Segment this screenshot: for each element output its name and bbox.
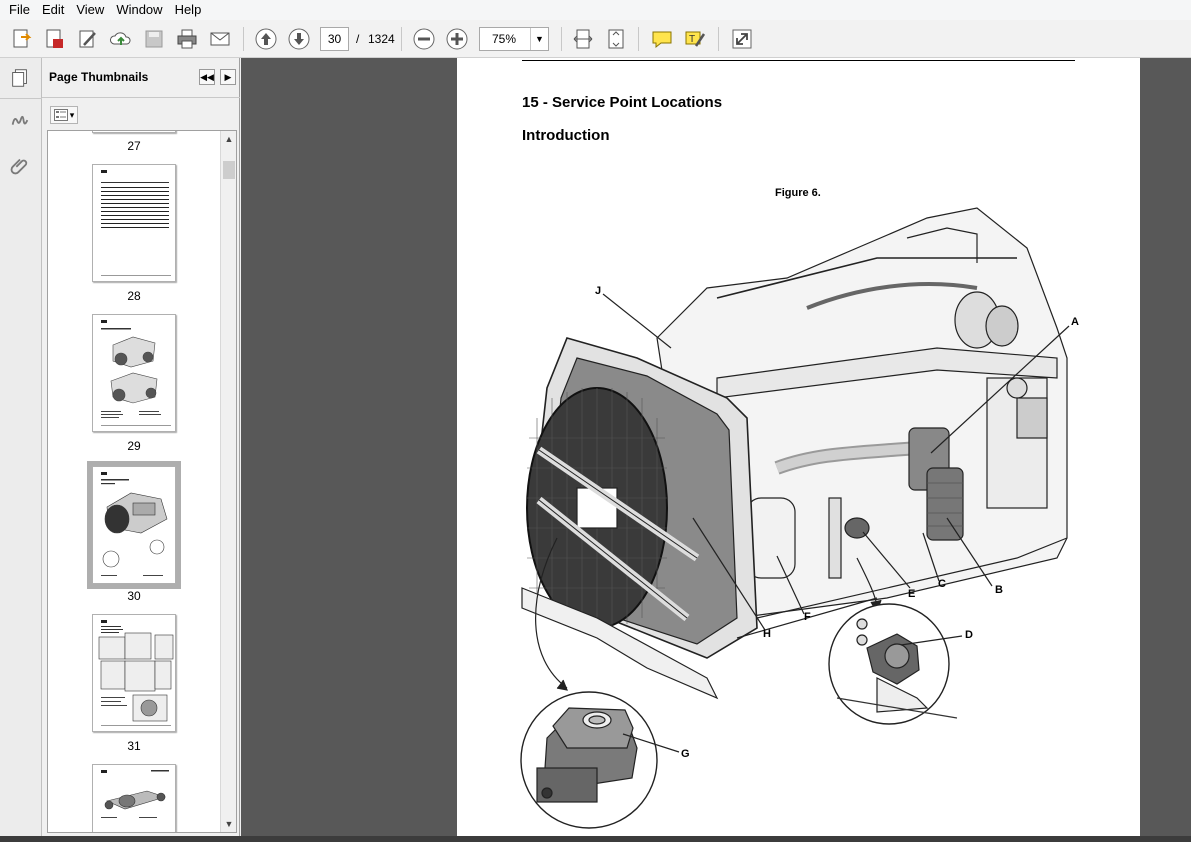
pdf-create-icon[interactable] bbox=[40, 25, 68, 53]
document-view[interactable]: 15 - Service Point Locations Introductio… bbox=[241, 58, 1191, 836]
menu-window[interactable]: Window bbox=[110, 0, 168, 20]
status-strip bbox=[0, 836, 1191, 842]
options-button[interactable]: ▾ bbox=[50, 106, 78, 124]
next-page-icon[interactable] bbox=[285, 25, 313, 53]
upload-cloud-icon[interactable] bbox=[107, 25, 135, 53]
panel-title: Page Thumbnails bbox=[49, 70, 149, 84]
callout-d: D bbox=[965, 629, 973, 641]
thumbnail-page[interactable] bbox=[92, 614, 176, 732]
thumbnail-scrollbar[interactable]: ▲ ▼ bbox=[220, 131, 236, 832]
thumbnail-page-current[interactable] bbox=[87, 461, 181, 589]
navigation-rail bbox=[0, 58, 42, 836]
fit-page-icon[interactable] bbox=[602, 25, 630, 53]
list-options-icon bbox=[53, 109, 68, 121]
thumbnail-page[interactable] bbox=[92, 314, 176, 432]
zoom-select[interactable]: 75% ▼ bbox=[479, 27, 549, 51]
scroll-up-icon[interactable]: ▲ bbox=[221, 131, 236, 147]
zoom-out-icon[interactable] bbox=[410, 25, 438, 53]
page-number-input[interactable] bbox=[320, 27, 349, 51]
zoom-value: 75% bbox=[492, 32, 517, 46]
chevron-down-icon[interactable]: ▼ bbox=[530, 28, 548, 50]
pdf-page: 15 - Service Point Locations Introductio… bbox=[457, 58, 1140, 836]
callout-c: C bbox=[938, 578, 946, 590]
create-icon[interactable] bbox=[8, 25, 36, 53]
total-pages: 1324 bbox=[368, 32, 395, 46]
thumbnail-label: 31 bbox=[127, 739, 141, 753]
page-thumbnails-panel: Page Thumbnails ◀◀ ▶ ▾ 27 28 29 30 31 ▲ … bbox=[42, 58, 240, 836]
thumbnail-label: 29 bbox=[127, 439, 141, 453]
thumbnail-page[interactable] bbox=[92, 164, 176, 282]
expand-panel-icon[interactable]: ▶ bbox=[220, 69, 236, 85]
pdf-viewer-window: File Edit View Window Help 30 / 1324 75%… bbox=[0, 0, 1191, 842]
page-separator: / bbox=[356, 32, 360, 46]
callout-e: E bbox=[908, 588, 916, 600]
engine-illustration bbox=[520, 207, 1070, 829]
scrollbar-thumb[interactable] bbox=[223, 161, 235, 179]
callout-b: B bbox=[995, 584, 1003, 596]
svg-text:T: T bbox=[689, 34, 695, 45]
print-icon[interactable] bbox=[173, 25, 201, 53]
thumbnail-page[interactable] bbox=[92, 131, 176, 133]
fit-width-icon[interactable] bbox=[569, 25, 597, 53]
callout-j: J bbox=[595, 285, 602, 297]
callout-h: H bbox=[763, 628, 771, 640]
signatures-icon[interactable] bbox=[7, 108, 33, 134]
save-icon[interactable] bbox=[140, 25, 168, 53]
menu-bar: File Edit View Window Help bbox=[0, 0, 1191, 20]
toolbar: / 1324 75% ▼ T bbox=[0, 20, 1191, 58]
attachments-icon[interactable] bbox=[7, 152, 33, 178]
highlight-text-icon[interactable]: T bbox=[681, 25, 709, 53]
callout-g: G bbox=[681, 748, 690, 760]
edit-icon[interactable] bbox=[74, 25, 102, 53]
previous-page-icon[interactable] bbox=[252, 25, 280, 53]
callout-f: F bbox=[804, 611, 811, 623]
thumbnail-list[interactable]: 27 28 29 30 31 ▲ ▼ bbox=[47, 130, 237, 833]
thumbnail-label: 27 bbox=[127, 139, 141, 153]
page-thumbnails-icon[interactable] bbox=[7, 65, 33, 91]
zoom-in-icon[interactable] bbox=[443, 25, 471, 53]
menu-edit[interactable]: Edit bbox=[36, 0, 70, 20]
scroll-down-icon[interactable]: ▼ bbox=[221, 816, 236, 832]
comment-icon[interactable] bbox=[648, 25, 676, 53]
menu-file[interactable]: File bbox=[3, 0, 36, 20]
expand-icon[interactable] bbox=[728, 25, 756, 53]
thumbnail-label: 30 bbox=[127, 589, 141, 603]
thumbnail-label: 28 bbox=[127, 289, 141, 303]
menu-view[interactable]: View bbox=[70, 0, 110, 20]
callout-a: A bbox=[1071, 316, 1079, 328]
email-icon[interactable] bbox=[206, 25, 234, 53]
collapse-panel-icon[interactable]: ◀◀ bbox=[199, 69, 215, 85]
thumbnail-page[interactable] bbox=[92, 764, 176, 832]
menu-help[interactable]: Help bbox=[169, 0, 208, 20]
